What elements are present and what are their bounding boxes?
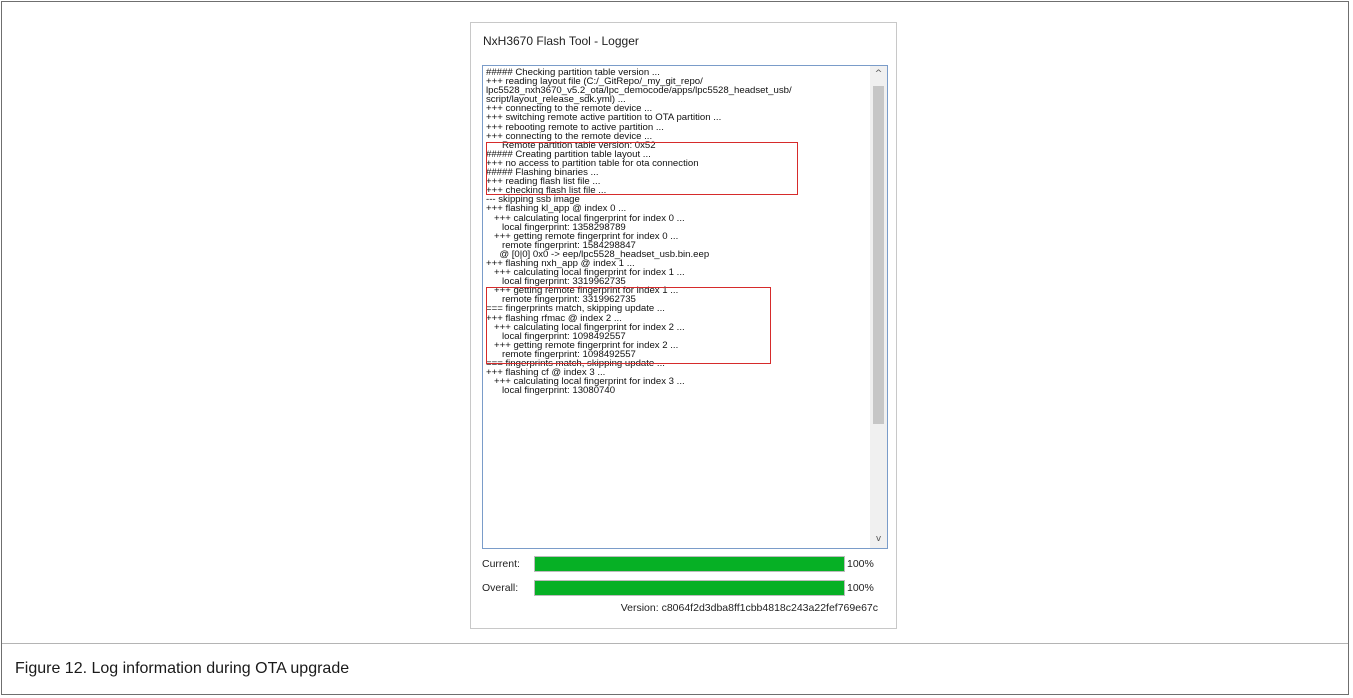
overall-progress-bar <box>534 580 845 596</box>
overall-progress-fill <box>535 581 844 595</box>
highlight-box-flashing-kl-app <box>486 287 771 364</box>
current-progress-fill <box>535 557 844 571</box>
current-progress-label: Current: <box>482 558 520 570</box>
version-text: Version: c8064f2d3dba8ff1cbb4818c243a22f… <box>620 602 878 614</box>
current-progress-row: Current: 100% <box>482 556 887 572</box>
scroll-down-icon[interactable]: v <box>870 531 887 548</box>
log-line: local fingerprint: 13080740 <box>486 385 616 397</box>
highlight-box-connection <box>486 142 798 195</box>
overall-progress-percent: 100% <box>847 582 874 594</box>
window-title: NxH3670 Flash Tool - Logger <box>483 34 639 48</box>
log-output-area[interactable]: ##### Checking partition table version .… <box>482 65 888 549</box>
caption-divider <box>2 643 1348 644</box>
current-progress-percent: 100% <box>847 558 874 570</box>
figure-caption: Figure 12. Log information during OTA up… <box>15 660 350 677</box>
current-progress-bar <box>534 556 845 572</box>
scroll-up-icon[interactable]: ^ <box>870 66 887 83</box>
flash-tool-logger-window: NxH3670 Flash Tool - Logger ##### Checki… <box>470 22 897 629</box>
overall-progress-row: Overall: 100% <box>482 580 887 596</box>
log-scrollbar[interactable]: ^ v <box>870 66 887 548</box>
overall-progress-label: Overall: <box>482 582 519 594</box>
scroll-thumb[interactable] <box>873 86 884 424</box>
figure-frame: NxH3670 Flash Tool - Logger ##### Checki… <box>1 1 1349 695</box>
